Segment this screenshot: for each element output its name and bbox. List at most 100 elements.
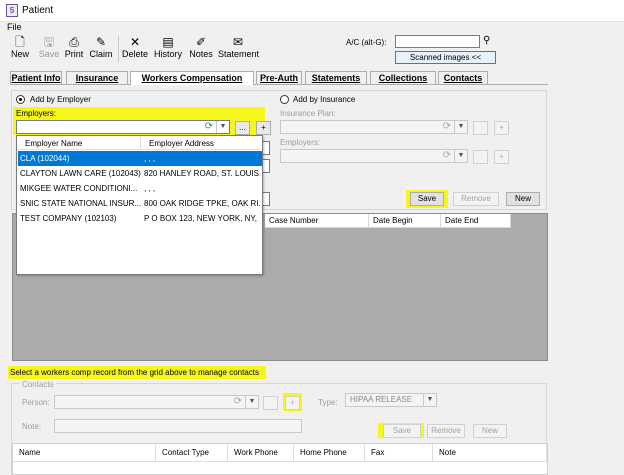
chevron-down-icon[interactable]: ▼	[216, 121, 229, 133]
binoculars-icon[interactable]: ⚲	[483, 35, 490, 46]
window-title: Patient	[22, 5, 54, 16]
tab-label: Contacts	[443, 73, 483, 83]
employer-option-address: P O BOX 123, NEW YORK, NY, ...	[144, 214, 260, 223]
delete-button-label: Delete	[122, 49, 149, 59]
refresh-icon[interactable]: ⟳	[441, 121, 453, 133]
chevron-down-icon[interactable]: ▼	[454, 121, 467, 133]
menu-file[interactable]: File	[7, 22, 22, 32]
tab-label: Statements	[311, 73, 361, 83]
title-bar: 5 Patient	[0, 0, 624, 22]
account-label: A/C (alt-G):	[346, 38, 387, 47]
employer-option-address: 800 OAK RIDGE TPKE, OAK RI...	[144, 199, 260, 208]
type-label: Type:	[318, 398, 338, 407]
insurance-employer-browse-button[interactable]	[473, 150, 488, 164]
history-book-icon: ▤	[162, 35, 174, 49]
col-note[interactable]: Note	[433, 444, 547, 462]
col-case-number[interactable]: Case Number	[265, 214, 369, 228]
employer-option-name: CLA (102044)	[20, 154, 70, 163]
tab-pre-auth[interactable]: Pre-Auth	[256, 71, 302, 84]
employer-option-address: , , ,	[144, 184, 156, 193]
insurance-employers-label: Employers:	[280, 138, 321, 147]
contacts-group-title: Contacts	[20, 380, 56, 389]
tab-strip: Patient Info Insurance Workers Compensat…	[10, 71, 548, 85]
employer-option[interactable]: SNIC STATE NATIONAL INSUR... 800 OAK RID…	[18, 196, 262, 211]
tab-label: Collections	[378, 73, 428, 83]
employer-add-button[interactable]: +	[256, 121, 271, 135]
add-by-insurance-radio[interactable]	[280, 95, 289, 104]
insurance-add-button[interactable]: +	[494, 121, 509, 135]
notes-button[interactable]: ✐ Notes	[188, 34, 214, 64]
col-name[interactable]: Name	[13, 444, 156, 462]
account-input[interactable]	[395, 35, 480, 48]
type-combo[interactable]: HIPAA RELEASE ▼	[345, 393, 437, 407]
dropdown-col-employer-name: Employer Name	[17, 137, 140, 150]
insurance-employer-add-button[interactable]: +	[494, 150, 509, 164]
col-date-begin[interactable]: Date Begin	[369, 214, 441, 228]
tab-patient-info[interactable]: Patient Info	[10, 71, 62, 84]
employer-browse-button[interactable]: ...	[235, 121, 250, 135]
toolbar: 🗋 New 🖫 Save ⎙ Print ✎ Claim ✕ Delete ▤ …	[0, 34, 624, 66]
tab-workers-compensation[interactable]: Workers Compensation	[130, 71, 254, 85]
col-contact-type[interactable]: Contact Type	[156, 444, 228, 462]
insurance-employers-combo[interactable]: ⟳ ▼	[280, 149, 468, 163]
app-icon: 5	[6, 4, 18, 17]
remove-button[interactable]: Remove	[453, 192, 499, 206]
type-combo-value: HIPAA RELEASE	[350, 395, 413, 404]
scanned-images-button[interactable]: Scanned images <<	[395, 51, 496, 64]
history-button[interactable]: ▤ History	[153, 34, 183, 64]
col-date-end[interactable]: Date End	[441, 214, 511, 228]
col-work-phone[interactable]: Work Phone	[228, 444, 294, 462]
tab-insurance[interactable]: Insurance	[66, 71, 128, 84]
add-by-employer-label: Add by Employer	[30, 95, 91, 104]
employer-combo[interactable]: ⟳ ▼	[16, 120, 230, 134]
employer-dropdown[interactable]: Employer Name Employer Address CLA (1020…	[16, 135, 263, 275]
new-button[interactable]: 🗋 New	[8, 34, 32, 64]
note-label: Note:	[22, 422, 42, 431]
new-button[interactable]: New	[506, 192, 540, 206]
contacts-grid[interactable]: Name Contact Type Work Phone Home Phone …	[12, 443, 548, 475]
chevron-down-icon[interactable]: ▼	[245, 396, 258, 408]
contacts-remove-button[interactable]: Remove	[427, 424, 465, 438]
printer-icon: ⎙	[69, 35, 79, 49]
contacts-save-button[interactable]: Save	[383, 424, 421, 438]
save-button[interactable]: Save	[410, 192, 444, 206]
new-document-icon: 🗋	[15, 35, 25, 49]
claim-button[interactable]: ✎ Claim	[89, 34, 113, 64]
employer-option-name: SNIC STATE NATIONAL INSUR...	[20, 199, 142, 208]
add-by-employer-radio[interactable]	[16, 95, 25, 104]
save-button[interactable]: 🖫 Save	[38, 34, 60, 64]
notes-icon: ✐	[195, 35, 207, 49]
refresh-icon[interactable]: ⟳	[441, 150, 453, 162]
menu-bar: File	[0, 22, 624, 34]
person-add-button[interactable]: +	[285, 396, 300, 410]
contacts-message: Select a workers comp record from the gr…	[10, 368, 260, 377]
col-home-phone[interactable]: Home Phone	[294, 444, 365, 462]
person-combo[interactable]: ⟳ ▼	[54, 395, 259, 409]
statement-button[interactable]: ✉ Statement	[218, 34, 259, 64]
history-button-label: History	[153, 49, 182, 59]
print-button[interactable]: ⎙ Print	[63, 34, 85, 64]
refresh-icon[interactable]: ⟳	[232, 396, 244, 408]
chevron-down-icon[interactable]: ▼	[423, 394, 436, 406]
employer-option[interactable]: TEST COMPANY (102103) P O BOX 123, NEW Y…	[18, 211, 262, 226]
chevron-down-icon[interactable]: ▼	[454, 150, 467, 162]
insurance-plan-combo[interactable]: ⟳ ▼	[280, 120, 468, 134]
contacts-new-button[interactable]: New	[473, 424, 507, 438]
employer-option[interactable]: MIKGEE WATER CONDITIONI... , , ,	[18, 181, 262, 196]
employer-option[interactable]: CLAYTON LAWN CARE (102043) 820 HANLEY RO…	[18, 166, 262, 181]
delete-button[interactable]: ✕ Delete	[122, 34, 148, 64]
employer-option[interactable]: CLA (102044) , , ,	[18, 151, 262, 166]
claim-pen-icon: ✎	[95, 35, 107, 49]
floppy-disk-icon: 🖫	[43, 35, 55, 49]
note-input[interactable]	[54, 419, 302, 433]
insurance-browse-button[interactable]	[473, 121, 488, 135]
tab-statements[interactable]: Statements	[305, 71, 367, 84]
save-button-label: Save	[38, 49, 60, 59]
employers-label: Employers:	[16, 109, 57, 118]
tab-contacts[interactable]: Contacts	[438, 71, 488, 84]
employer-option-address: , , ,	[144, 154, 156, 163]
tab-collections[interactable]: Collections	[370, 71, 436, 84]
refresh-icon[interactable]: ⟳	[203, 121, 215, 133]
col-fax[interactable]: Fax	[365, 444, 433, 462]
person-browse-button[interactable]	[263, 396, 278, 410]
